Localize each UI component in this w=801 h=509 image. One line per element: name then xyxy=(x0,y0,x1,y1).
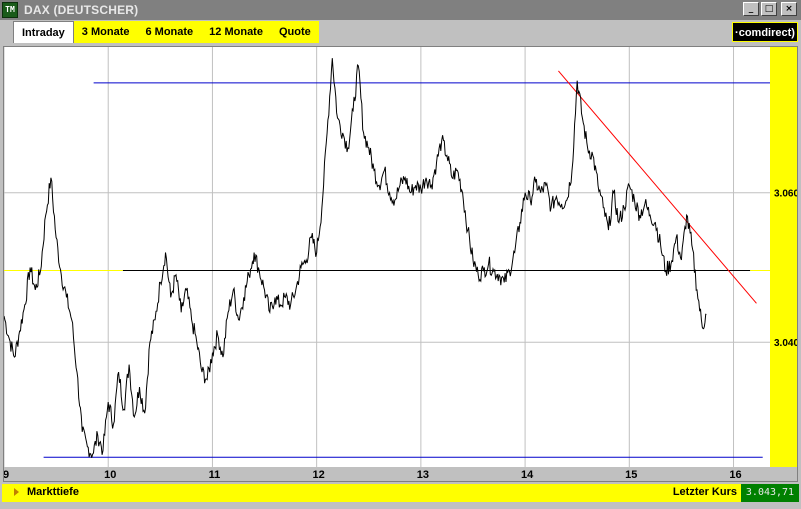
tab-6-monate[interactable]: 6 Monate xyxy=(137,21,202,43)
x-tick-label: 15 xyxy=(625,469,637,481)
window-controls: _ □ × xyxy=(743,2,797,16)
last-price-label: Letzter Kurs xyxy=(672,486,737,498)
expand-arrow-icon[interactable] xyxy=(14,488,19,496)
x-tick-label: 12 xyxy=(313,469,325,481)
x-tick-label: 16 xyxy=(729,469,741,481)
chart-area: 9 10 11 12 13 14 15 16 3.060 3.040 xyxy=(3,46,798,482)
price-series-line xyxy=(4,58,707,458)
maximize-icon[interactable]: □ xyxy=(761,2,777,16)
markttiefe-link[interactable]: Markttiefe xyxy=(27,486,79,498)
title-bar: TM DAX (DEUTSCHER) _ □ × xyxy=(0,0,801,20)
x-tick-label: 9 xyxy=(4,469,9,481)
tab-12-monate[interactable]: 12 Monate xyxy=(201,21,271,43)
y-tick-label: 3.040 xyxy=(774,338,797,349)
tab-intraday[interactable]: Intraday xyxy=(13,21,74,43)
y-axis-band xyxy=(770,47,797,467)
last-price-value: 3.043,71 xyxy=(741,484,799,502)
comdirect-logo: ·comdirect) xyxy=(732,22,798,42)
trend-line-annotation xyxy=(558,70,757,304)
x-tick-label: 14 xyxy=(521,469,534,481)
minimize-icon[interactable]: _ xyxy=(743,2,759,16)
tab-3-monate[interactable]: 3 Monate xyxy=(73,21,138,43)
window-title: DAX (DEUTSCHER) xyxy=(24,3,139,17)
x-tick-label: 10 xyxy=(104,469,116,481)
app-icon: TM xyxy=(2,2,18,18)
tab-quote[interactable]: Quote xyxy=(270,21,319,43)
y-tick-label: 3.060 xyxy=(774,189,797,200)
status-bar: Markttiefe Letzter Kurs 3.043,71 xyxy=(2,484,799,502)
x-axis-band xyxy=(4,467,797,481)
price-chart: 9 10 11 12 13 14 15 16 3.060 3.040 xyxy=(4,47,797,481)
close-icon[interactable]: × xyxy=(781,2,797,16)
x-tick-label: 11 xyxy=(209,469,221,481)
period-tabs: Intraday 3 Monate 6 Monate 12 Monate Quo… xyxy=(13,21,319,43)
x-tick-label: 13 xyxy=(417,469,429,481)
